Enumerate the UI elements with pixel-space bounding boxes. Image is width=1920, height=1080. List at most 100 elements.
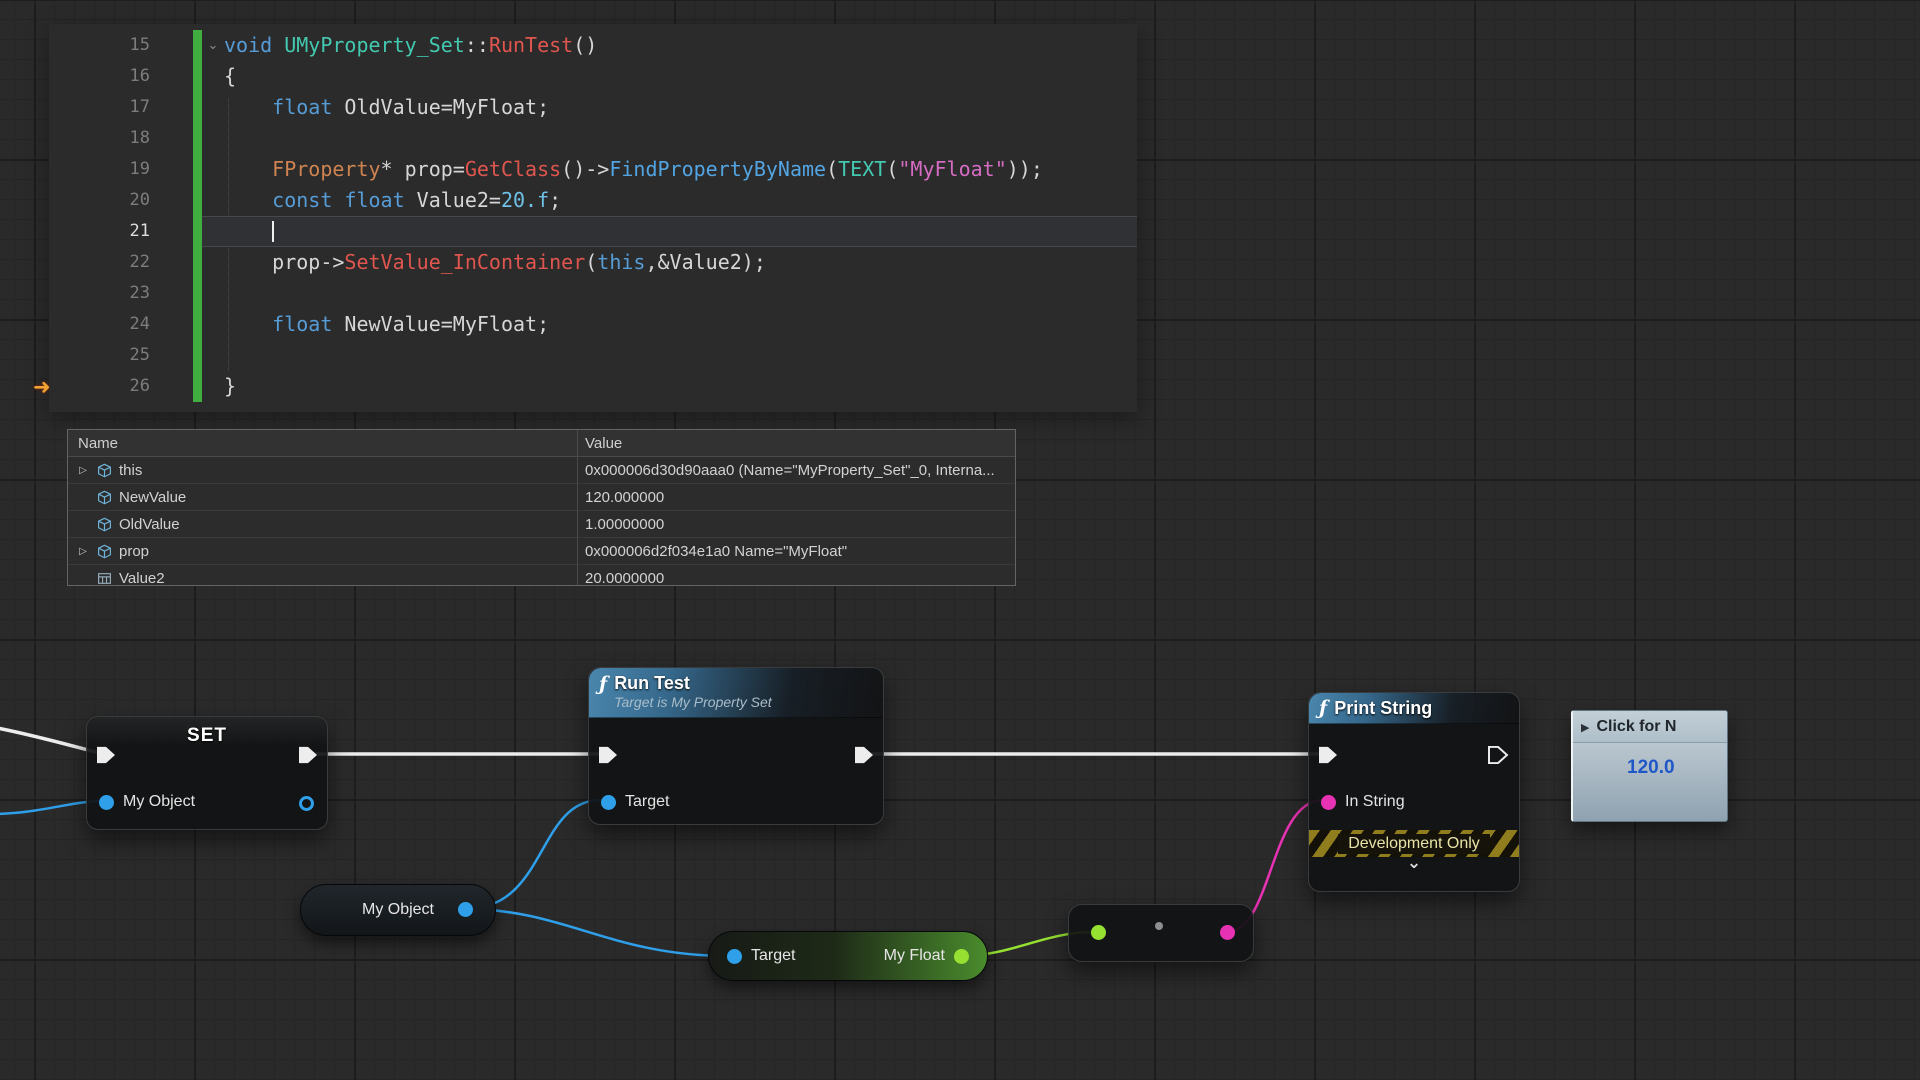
watch-header: Name Value xyxy=(68,430,1015,457)
line-number[interactable]: 18 xyxy=(49,123,150,154)
code-line-24[interactable]: 24 float NewValue=MyFloat; xyxy=(49,309,1137,340)
fold-gutter xyxy=(202,247,224,278)
exec-in-pin[interactable] xyxy=(597,746,619,764)
string-input-pin[interactable] xyxy=(1321,795,1336,810)
column-name[interactable]: Name xyxy=(68,435,577,452)
object-wire-myobject-to-getter xyxy=(465,909,729,956)
fold-gutter xyxy=(202,154,224,185)
node-header[interactable]: ƒ Run Test Target is My Property Set xyxy=(589,668,883,718)
vcs-change-bar xyxy=(193,247,202,278)
line-number[interactable]: 15 xyxy=(49,30,150,61)
function-icon: ƒ xyxy=(599,673,607,717)
fold-gutter xyxy=(202,185,224,216)
object-output-pin[interactable] xyxy=(299,796,314,811)
exec-out-pin[interactable] xyxy=(297,746,319,764)
vcs-change-bar xyxy=(193,154,202,185)
cube-icon xyxy=(97,463,112,478)
line-number[interactable]: 20 xyxy=(49,185,150,216)
code-line-25[interactable]: 25 xyxy=(49,340,1137,371)
watch-row-OldValue[interactable]: OldValue1.00000000 xyxy=(68,511,1015,538)
function-icon: ƒ xyxy=(1319,697,1327,720)
exec-out-pin[interactable] xyxy=(1487,746,1509,764)
grid-icon xyxy=(97,571,112,586)
variable-value: 20.0000000 xyxy=(577,570,1015,587)
watch-row-Value2[interactable]: Value220.0000000 xyxy=(68,565,1015,586)
node-title: Run Test xyxy=(614,673,771,693)
fold-gutter xyxy=(202,278,224,309)
code-text: { xyxy=(224,61,1137,92)
code-line-23[interactable]: 23 xyxy=(49,278,1137,309)
code-line-18[interactable]: 18 xyxy=(49,123,1137,154)
fold-chevron-icon[interactable]: ⌄ xyxy=(202,30,224,61)
set-variable-node[interactable]: SET My Object xyxy=(86,716,328,830)
code-editor-panel[interactable]: 15⌄void UMyProperty_Set::RunTest()16{17 … xyxy=(49,24,1137,412)
exec-in-pin[interactable] xyxy=(1317,746,1339,764)
code-text: prop->SetValue_InContainer(this,&Value2)… xyxy=(224,247,1137,278)
line-number[interactable]: 22 xyxy=(49,247,150,278)
watch-row-prop[interactable]: ▷ prop 0x000006d2f034e1a0 Name="MyFloat" xyxy=(68,538,1015,565)
float-output-pin[interactable] xyxy=(954,949,969,964)
variable-name: prop xyxy=(119,543,149,560)
to-string-conversion-node[interactable] xyxy=(1068,904,1254,962)
fold-gutter xyxy=(202,340,224,371)
variable-value: 0x000006d30d90aaa0 (Name="MyProperty_Set… xyxy=(577,462,1015,479)
object-output-pin[interactable] xyxy=(458,902,473,917)
code-line-26[interactable]: 26➜} xyxy=(49,371,1137,402)
variable-value: 0x000006d2f034e1a0 Name="MyFloat" xyxy=(577,543,1015,560)
line-number[interactable]: 16 xyxy=(49,61,150,92)
my-object-variable-node[interactable]: My Object xyxy=(300,884,496,936)
line-number[interactable]: 25 xyxy=(49,340,150,371)
code-line-16[interactable]: 16 { xyxy=(49,61,1137,92)
pin-label: Target xyxy=(625,793,669,811)
target-pin-label: Target xyxy=(751,947,795,965)
exec-out-pin[interactable] xyxy=(853,746,875,764)
code-line-21[interactable]: 21 xyxy=(49,216,1137,247)
pin-label: In String xyxy=(1345,793,1405,811)
exec-in-pin[interactable] xyxy=(95,746,117,764)
string-output-pin[interactable] xyxy=(1220,925,1235,940)
code-line-17[interactable]: 17 float OldValue=MyFloat; xyxy=(49,92,1137,123)
watch-panel[interactable]: Name Value ▷this0x000006d30d90aaa0 (Name… xyxy=(67,429,1016,586)
variable-value: 120.000000 xyxy=(577,489,1015,506)
fold-gutter xyxy=(202,61,224,92)
code-line-19[interactable]: 19 FProperty* prop=GetClass()->FindPrope… xyxy=(49,154,1137,185)
line-number[interactable]: 24 xyxy=(49,309,150,340)
chevron-down-icon[interactable]: ⌄ xyxy=(1309,855,1519,872)
expand-arrow-icon[interactable]: ▷ xyxy=(76,465,90,476)
code-line-15[interactable]: 15⌄void UMyProperty_Set::RunTest() xyxy=(49,30,1137,61)
line-number[interactable]: 19 xyxy=(49,154,150,185)
vcs-change-bar xyxy=(193,371,202,402)
code-lines: 15⌄void UMyProperty_Set::RunTest()16{17 … xyxy=(49,24,1137,402)
run-test-function-node[interactable]: ƒ Run Test Target is My Property Set Tar… xyxy=(588,667,884,825)
vcs-change-bar xyxy=(193,216,202,247)
target-input-pin[interactable] xyxy=(727,949,742,964)
play-icon: ▶ xyxy=(1581,721,1589,734)
line-number[interactable]: 23 xyxy=(49,278,150,309)
code-text xyxy=(224,123,1137,154)
my-float-pin-label: My Float xyxy=(884,947,945,965)
column-divider[interactable] xyxy=(577,430,578,585)
watch-row-this[interactable]: ▷this0x000006d30d90aaa0 (Name="MyPropert… xyxy=(68,457,1015,484)
get-my-float-node[interactable]: Target My Float xyxy=(708,931,988,981)
print-string-function-node[interactable]: ƒ Print String In String Development Onl… xyxy=(1308,692,1520,892)
expand-arrow-icon[interactable]: ▷ xyxy=(76,546,90,557)
target-input-pin[interactable] xyxy=(601,795,616,810)
line-number[interactable]: 17 xyxy=(49,92,150,123)
line-number[interactable]: 21 xyxy=(49,216,150,247)
vcs-change-bar xyxy=(193,278,202,309)
bubble-header[interactable]: ▶ Click for N xyxy=(1573,711,1727,743)
watch-row-NewValue[interactable]: NewValue120.000000 xyxy=(68,484,1015,511)
line-number[interactable]: 26 xyxy=(49,371,150,402)
debug-value-bubble[interactable]: ▶ Click for N 120.0 xyxy=(1571,710,1728,822)
object-input-pin[interactable] xyxy=(99,795,114,810)
code-line-20[interactable]: 20 const float Value2=20.f; xyxy=(49,185,1137,216)
fold-gutter xyxy=(202,216,224,247)
code-line-22[interactable]: 22 prop->SetValue_InContainer(this,&Valu… xyxy=(49,247,1137,278)
cube-icon xyxy=(97,490,112,505)
float-input-pin[interactable] xyxy=(1091,925,1106,940)
node-dot xyxy=(1155,922,1163,930)
node-header[interactable]: ƒ Print String xyxy=(1309,693,1519,724)
fold-gutter xyxy=(202,123,224,154)
column-value[interactable]: Value xyxy=(577,435,622,452)
exec-wire-in xyxy=(0,727,100,753)
